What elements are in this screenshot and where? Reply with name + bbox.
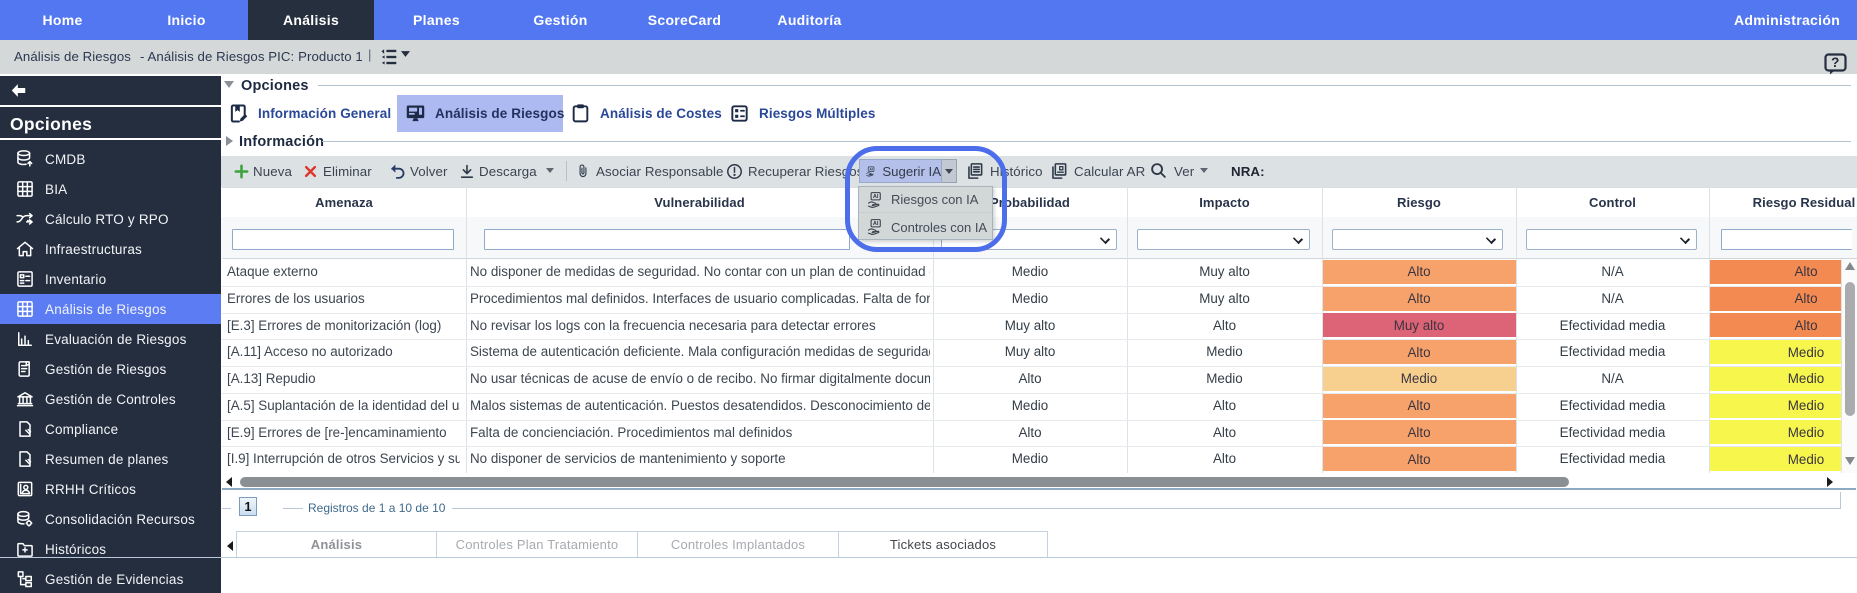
svg-text:?: ?	[1831, 55, 1839, 70]
